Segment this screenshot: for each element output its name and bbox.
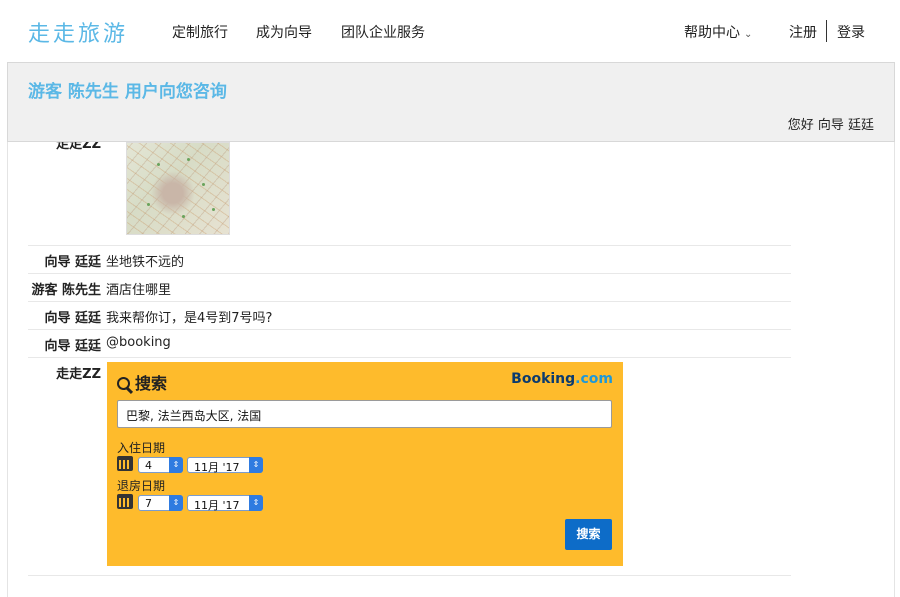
destination-input[interactable]: 巴黎, 法兰西岛大区, 法国 — [117, 400, 612, 428]
nav-custom-travel[interactable]: 定制旅行 — [172, 22, 228, 42]
guide-greeting: 您好 向导 廷廷 — [787, 118, 874, 133]
checkout-day-select[interactable]: 7 ⇕ — [138, 495, 183, 511]
map-image[interactable] — [126, 142, 230, 235]
chat-message: 向导 廷廷 @booking — [28, 329, 791, 358]
message-sender: 游客 陈先生 — [31, 283, 101, 298]
message-text: @booking — [106, 335, 171, 350]
chevron-updown-icon: ⇕ — [169, 495, 183, 511]
checkin-month-value: 11月 '17 — [194, 461, 240, 474]
message-text: 我来帮你订，是4号到7号吗? — [106, 311, 273, 326]
booking-search-widget: 搜索 Booking.com 巴黎, 法兰西岛大区, 法国 入住日期 4 ⇕ 11… — [107, 362, 623, 566]
search-icon — [117, 377, 130, 390]
chevron-down-icon: ⌄ — [744, 29, 753, 40]
register-link[interactable]: 注册 — [789, 22, 817, 42]
top-nav: 走走旅游 定制旅行 成为向导 团队企业服务 帮助中心 ⌄ 注册 登录 — [0, 0, 900, 62]
checkin-calendar-icon[interactable] — [117, 456, 133, 471]
message-sender: 向导 廷廷 — [44, 339, 101, 354]
message-text: 酒店住哪里 — [106, 283, 172, 298]
chat-log[interactable]: 走走ZZ 向导 廷廷 坐地铁不远的 游客 陈先生 酒店住哪里 向导 廷廷 我来帮… — [7, 142, 895, 597]
checkin-day-value: 4 — [145, 459, 152, 472]
message-sender: 走走ZZ — [56, 367, 101, 382]
help-center-label: 帮助中心 — [684, 25, 740, 41]
consultation-header: 游客 陈先生 用户向您咨询 您好 向导 廷廷 — [7, 62, 895, 142]
message-sender: 向导 廷廷 — [44, 255, 101, 270]
checkout-month-select[interactable]: 11月 '17 ⇕ — [187, 495, 263, 512]
help-center-dropdown[interactable]: 帮助中心 ⌄ — [684, 22, 752, 42]
chevron-updown-icon: ⇕ — [249, 457, 263, 473]
checkin-month-select[interactable]: 11月 '17 ⇕ — [187, 457, 263, 474]
chevron-updown-icon: ⇕ — [249, 495, 263, 511]
booking-logo-main: Booking — [511, 371, 576, 387]
booking-search-button[interactable]: 搜索 — [565, 519, 612, 550]
message-sender: 向导 廷廷 — [44, 311, 101, 326]
booking-title-label: 搜索 — [135, 374, 168, 393]
checkin-label: 入住日期 — [117, 441, 166, 455]
checkout-label: 退房日期 — [117, 479, 166, 493]
booking-search-title: 搜索 — [117, 370, 167, 394]
chevron-updown-icon: ⇕ — [169, 457, 183, 473]
chat-message: 游客 陈先生 酒店住哪里 — [28, 273, 791, 302]
checkout-calendar-icon[interactable] — [117, 494, 133, 509]
nav-become-guide[interactable]: 成为向导 — [256, 22, 312, 42]
chat-message: 走走ZZ — [28, 142, 791, 246]
checkin-day-select[interactable]: 4 ⇕ — [138, 457, 183, 473]
message-text: 坐地铁不远的 — [106, 255, 185, 270]
message-sender: 走走ZZ — [56, 142, 101, 152]
login-link[interactable]: 登录 — [837, 22, 865, 42]
checkout-day-value: 7 — [145, 497, 152, 510]
page-title: 游客 陈先生 用户向您咨询 — [28, 82, 227, 102]
booking-logo-suffix: .com — [575, 371, 613, 387]
booking-logo: Booking.com — [511, 371, 613, 387]
site-logo[interactable]: 走走旅游 — [28, 16, 128, 48]
chat-message: 向导 廷廷 坐地铁不远的 — [28, 245, 791, 274]
chat-message: 向导 廷廷 我来帮你订，是4号到7号吗? — [28, 301, 791, 330]
checkout-month-value: 11月 '17 — [194, 499, 240, 512]
nav-divider — [826, 20, 827, 42]
nav-enterprise-service[interactable]: 团队企业服务 — [341, 22, 425, 42]
